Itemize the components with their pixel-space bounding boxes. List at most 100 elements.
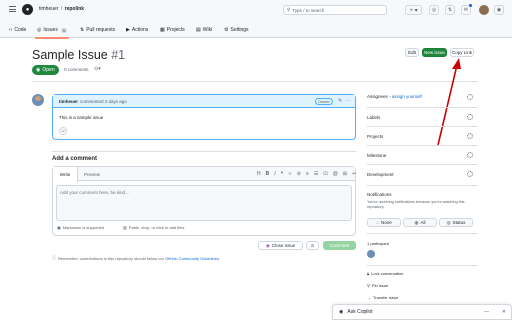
transfer-label: Transfer issue [373, 295, 399, 300]
copilot-icon[interactable]: ◉ [494, 5, 504, 15]
reference-icon[interactable]: ⊞ [343, 171, 347, 177]
issues-icon[interactable]: ◎ [429, 5, 439, 15]
comment-body: This is a sample issue [59, 115, 104, 120]
sidebar-notifications: Notifications You're receiving notificat… [367, 185, 477, 230]
minimize-icon[interactable]: — [484, 309, 489, 315]
tab-write[interactable]: Write [53, 167, 78, 182]
search-placeholder: Type / to search [292, 7, 325, 13]
notif-all-label: All [420, 220, 426, 225]
participants-heading: 1 participant [367, 241, 389, 246]
markdown-icon: ▣ [57, 225, 61, 230]
participant-avatar[interactable] [367, 250, 375, 258]
smiley-icon[interactable]: ☺ [59, 127, 67, 135]
notifications-heading: Notifications [367, 192, 392, 197]
copilot-icon: ◉ [339, 309, 344, 315]
projects-heading: Projects [367, 134, 384, 139]
sidebar-development[interactable]: Development [367, 164, 477, 184]
github-logo-icon[interactable]: ● [22, 4, 33, 15]
issues-icon: ◎ [37, 27, 42, 33]
tab-projects[interactable]: ▦ Projects [160, 25, 185, 35]
gear-icon[interactable] [467, 171, 473, 177]
formatting-toolbar: H B I ❝ ‹› ⊘ ≡ ☰ ☑ @ ⊞ ↩ [257, 171, 361, 177]
notifications-text: You're receiving notifications because y… [367, 200, 465, 209]
tab-actions[interactable]: ▶ Actions [126, 25, 148, 35]
repo-nav: ‹› Code ◎ Issues 1 ⇅ Pull requests ▶ Actions … [0, 21, 512, 39]
repo-link[interactable]: repolink [65, 6, 84, 12]
menu-icon-mid [9, 9, 16, 10]
comment-submit-button[interactable]: Comment [323, 241, 356, 250]
info-icon: ⓘ [52, 255, 56, 260]
comment-textarea[interactable]: Add your comment here, be kind... [56, 185, 352, 221]
close-issue-label: Close issue [271, 243, 296, 248]
italic-icon[interactable]: I [274, 171, 275, 177]
code-icon[interactable]: ‹› [288, 171, 291, 177]
tab-settings[interactable]: ⚙ Settings [224, 25, 249, 35]
code-icon: ‹› [9, 27, 13, 33]
gear-icon[interactable] [467, 114, 473, 120]
assignees-heading: Assignees - assign yourself [367, 94, 422, 99]
owner-badge: Owner [315, 98, 333, 105]
task-list-icon[interactable]: ☑ [323, 171, 327, 177]
bold-icon[interactable]: B [266, 171, 270, 177]
quote-icon[interactable]: ❝ [281, 171, 284, 177]
lock-label: Lock conversation [371, 271, 404, 276]
assign-yourself-link[interactable]: assign yourself [392, 94, 422, 99]
attach-files[interactable]: ▨ Paste, drop, or click to add files [123, 225, 184, 230]
ordered-list-icon[interactable]: ≡ [306, 171, 309, 177]
notif-status-label: Status [452, 220, 466, 225]
edit-pencil-icon[interactable]: ✎ [338, 98, 342, 104]
markdown-note[interactable]: ▣ Markdown is supported [57, 225, 104, 230]
close-issue-button[interactable]: ◉ Close issue [258, 241, 303, 250]
heading-icon[interactable]: H [257, 171, 261, 177]
tab-wiki[interactable]: ▤ Wiki [196, 25, 212, 35]
notif-status-button[interactable]: ◎ Status [439, 218, 473, 227]
comment-placeholder: Add your comment here, be kind... [60, 190, 129, 195]
transfer-issue[interactable]: → Transfer issue [367, 295, 398, 300]
comment-box: timheuer commented 2 days ago Owner ✎ ⋯ … [52, 94, 356, 140]
close-icon[interactable]: ✕ [502, 309, 506, 315]
link-icon[interactable]: ⊘ [297, 171, 301, 177]
pull-requests-icon[interactable]: ⇅ [445, 5, 455, 15]
tab-code[interactable]: ‹› Code [9, 25, 26, 35]
create-new-icon[interactable]: + ▾ [405, 5, 422, 15]
check-circle-icon: ◉ [265, 242, 270, 248]
tab-label: Pull requests [86, 27, 116, 33]
comment-editor: Write Preview H B I ❝ ‹› ⊘ ≡ ☰ ☑ @ ⊞ ↩ A… [52, 166, 356, 236]
development-heading: Development [367, 172, 394, 177]
top-bar: ● timheuer / repolink ⚲ Type / to search… [0, 0, 512, 21]
gear-icon[interactable] [467, 133, 473, 139]
comment-header: timheuer commented 2 days ago [53, 95, 355, 108]
tab-issues[interactable]: ◎ Issues 1 [34, 25, 70, 39]
edit-button[interactable]: Edit [405, 48, 419, 57]
guidelines-link[interactable]: GitHub Community Guidelines [165, 256, 219, 261]
tab-label: Wiki [202, 27, 213, 33]
search-input[interactable]: ⚲ Type / to search [283, 5, 387, 15]
comment-avatar[interactable] [32, 94, 44, 106]
lock-conversation[interactable]: 🔒︎ Lock conversation [367, 271, 403, 276]
saved-replies-icon[interactable]: ↩ [352, 171, 356, 177]
notif-none-button[interactable]: ◌ None [367, 218, 401, 227]
breadcrumb-separator: / [60, 6, 63, 12]
sidebar-milestone[interactable]: Milestone [367, 145, 477, 164]
owner-link[interactable]: timheuer [39, 6, 58, 12]
avatar[interactable] [479, 5, 489, 15]
header-divider [32, 81, 478, 82]
repo-breadcrumb: timheuer / repolink [39, 6, 84, 12]
close-options-icon[interactable]: ⊘ [306, 241, 319, 250]
notif-all-button[interactable]: ◍ All [403, 218, 437, 227]
sidebar-labels[interactable]: Labels [367, 107, 477, 126]
tab-pull-requests[interactable]: ⇅ Pull requests [80, 25, 115, 35]
mention-icon[interactable]: @ [333, 171, 338, 177]
issue-options-icon[interactable]: ⊙▾ [94, 66, 101, 72]
unordered-list-icon[interactable]: ☰ [314, 171, 318, 177]
ask-copilot-bar[interactable]: ◉ Ask Copilot — ✕ [332, 304, 512, 320]
pin-issue[interactable]: ⚲ Pin issue [367, 283, 388, 288]
sidebar-projects[interactable]: Projects [367, 126, 477, 145]
gear-icon[interactable] [467, 152, 473, 158]
kebab-menu-icon[interactable]: ⋯ [346, 98, 351, 104]
gear-icon[interactable] [467, 94, 473, 100]
tab-preview[interactable]: Preview [84, 172, 100, 177]
sidebar-participants: 1 participant [367, 233, 477, 263]
comment-author[interactable]: timheuer [59, 99, 78, 104]
play-icon: ▶ [126, 27, 130, 33]
